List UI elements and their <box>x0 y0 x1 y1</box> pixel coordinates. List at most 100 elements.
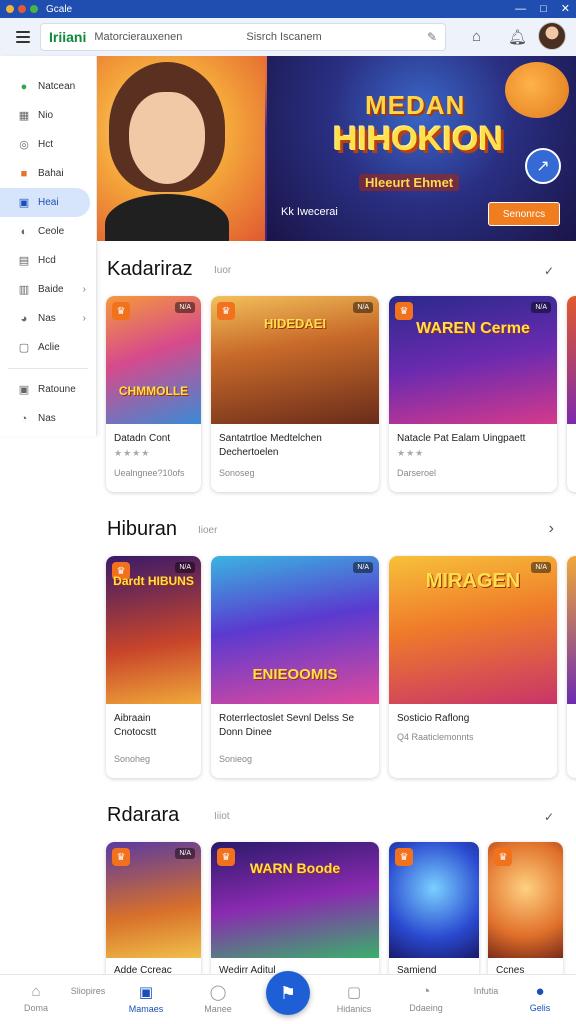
section-more-icon[interactable]: ✓ <box>544 810 554 824</box>
home-icon: ⌂ <box>31 983 41 1000</box>
close-button[interactable]: ✕ <box>561 2 570 16</box>
nav-label: Manee <box>204 1004 232 1014</box>
brand-logo[interactable]: Iriiani <box>49 29 86 45</box>
nav-item-games[interactable]: ▣ Mamaes <box>116 983 176 1014</box>
bell-icon[interactable]: 🔔︎ <box>508 28 527 46</box>
sidebar-icon: ▢ <box>18 342 30 354</box>
game-card[interactable]: ♛ N/A WAREN Cerme Natacle Pat Ealam Uing… <box>389 296 557 492</box>
app-logo-icon-secondary <box>18 5 26 13</box>
section-subtitle: Iuor <box>214 265 232 276</box>
nav-label: Infutia <box>473 986 499 996</box>
game-badge-icon: ♛ <box>112 302 130 320</box>
home-icon[interactable]: ⌂ <box>472 28 481 45</box>
search-bar[interactable]: Iriiani Matorcierauxenen Sisrch Iscanem … <box>40 23 446 51</box>
section-title: Kadariraz <box>107 258 193 280</box>
sidebar-item-9[interactable]: ▢ Aclie <box>0 333 96 362</box>
sidebar-item-1[interactable]: ▦ Nio <box>0 101 96 130</box>
game-card[interactable]: ♛ Samiend <box>389 842 479 982</box>
game-card-art-title: Dardt HIBUNS <box>113 574 194 588</box>
game-card[interactable]: ♛ N/A Adde Ccreac <box>106 842 201 982</box>
downloads-icon: ◔ <box>421 983 431 1000</box>
sidebar-item-label: Baide <box>38 284 64 295</box>
trending-icon[interactable]: ↗ <box>525 148 561 184</box>
game-card-meta: Sonieog <box>219 754 253 764</box>
rating-stars: ★★★ <box>397 448 425 458</box>
game-card-title: Aibraain Cnotocstt <box>114 713 157 738</box>
window-titlebar: Gcale — □ ✕ <box>0 0 576 18</box>
nav-item-library[interactable]: ▢ Hidanics <box>324 983 384 1014</box>
nav-item-downloads[interactable]: ◔ Ddaeing <box>396 983 456 1013</box>
game-card[interactable]: ♛ Ccnes <box>488 842 563 982</box>
sidebar-icon: ◐ <box>20 225 28 238</box>
game-card-peek[interactable] <box>567 296 576 492</box>
game-card-art-title: CHMMOLLE <box>118 384 189 398</box>
game-card-title: Natacle Pat Ealam Uingpaett <box>397 433 526 444</box>
nav-label: Sliopires <box>70 986 106 996</box>
sidebar-item-3[interactable]: ■ Bahai <box>0 159 96 188</box>
game-card-title: Sosticio Raflong <box>397 713 470 724</box>
nav-item-info[interactable]: Infutia <box>456 983 516 996</box>
rating-stars: ★★★★ <box>114 448 151 458</box>
game-card[interactable]: N/A ENIEOOMIS Roterrlectoslet Sevnl Dels… <box>211 556 379 778</box>
sidebar-item-label: Hcd <box>38 255 56 266</box>
sidebar-item-label: Hct <box>38 139 53 150</box>
nav-label: Doma <box>23 1003 48 1013</box>
sidebar-item-2[interactable]: ◎ Hct <box>0 130 96 159</box>
game-card-art <box>567 296 576 424</box>
nav-item-profile[interactable]: ● Gelis <box>510 983 570 1013</box>
avatar[interactable] <box>538 22 566 50</box>
minimize-button[interactable]: — <box>515 2 526 16</box>
nav-item-home[interactable]: ⌂ Doma <box>6 983 66 1013</box>
sidebar-item-4[interactable]: ▣ Heai <box>0 188 90 217</box>
nav-item-explore[interactable]: Sliopires <box>58 983 118 996</box>
game-card[interactable]: N/A MIRAGEN Sosticio Raflong Q4 Raaticle… <box>389 556 557 778</box>
sidebar-item-8[interactable]: ◕ Nas › <box>0 304 96 333</box>
sidebar-divider <box>8 368 88 369</box>
sidebar-icon: ◔ <box>20 412 28 425</box>
chevron-right-icon: › <box>82 284 86 295</box>
nav-item-apps[interactable]: ◯ Manee <box>188 983 248 1014</box>
sidebar-item-10[interactable]: ▣ Ratoune <box>0 375 96 404</box>
section-title: Hiburan <box>107 518 178 540</box>
maximize-button[interactable]: □ <box>540 2 547 16</box>
game-card[interactable]: ♛ WARN Boode Wedirr Aditul <box>211 842 379 982</box>
sidebar-icon: ● <box>20 80 28 93</box>
game-card-art-title: WAREN Cerme <box>416 320 530 337</box>
nav-label: Ddaeing <box>409 1003 443 1013</box>
game-badge-icon: ♛ <box>494 848 512 866</box>
game-card[interactable]: ♛ N/A CHMMOLLE Datadn Cont ★★★★ Uealngne… <box>106 296 201 492</box>
edit-icon[interactable]: ✎ <box>427 30 437 44</box>
menu-icon[interactable] <box>16 31 30 43</box>
search-hint: Sisrch Iscanem <box>246 31 322 43</box>
section-more-icon[interactable]: › <box>549 520 554 538</box>
game-card-title: Datadn Cont <box>114 433 171 444</box>
game-badge-icon: ♛ <box>112 848 130 866</box>
sidebar-item-0[interactable]: ● Natcean <box>0 72 96 101</box>
sidebar-item-11[interactable]: ◔ Nas <box>0 404 96 433</box>
game-card-tag: N/A <box>175 848 195 859</box>
game-card-peek[interactable] <box>567 556 576 778</box>
sidebar-item-label: Natcean <box>38 81 76 92</box>
app-logo-icon-tertiary <box>30 5 38 13</box>
profile-icon: ● <box>535 983 545 1000</box>
sidebar-item-6[interactable]: ▤ Hcd <box>0 246 96 275</box>
sidebar-item-5[interactable]: ◐ Ceole <box>0 217 96 246</box>
nav-label: Gelis <box>529 1003 551 1013</box>
hero-banner[interactable]: MEDAN HIHOKION Hleeurt Ehmet Kk Iwecerai… <box>97 56 576 241</box>
game-card-art-title: ENIEOOMIS <box>252 666 338 683</box>
game-card-title: Santatrtloe Medtelchen Dechertoelen <box>219 433 322 458</box>
mascot-icon <box>505 62 569 118</box>
section-more-icon[interactable]: ✓ <box>544 264 554 278</box>
game-card-art <box>389 296 557 424</box>
hero-title-line3: Hleeurt Ehmet <box>359 174 460 191</box>
game-card[interactable]: ♛ N/A Dardt HIBUNS Aibraain Cnotocstt So… <box>106 556 201 778</box>
sidebar-item-label: Nio <box>38 110 54 121</box>
hero-character-art <box>97 56 265 241</box>
hero-action-button[interactable]: Senonrcs <box>488 202 560 226</box>
sidebar-item-7[interactable]: ▥ Baide › <box>0 275 96 304</box>
flag-fab-button[interactable]: ⚑ <box>266 971 310 1015</box>
search-input[interactable]: Matorcierauxenen <box>94 31 182 43</box>
sidebar-item-label: Aclie <box>38 342 60 353</box>
nav-label: Hidanics <box>336 1004 372 1014</box>
game-card[interactable]: ♛ N/A HIDEDAEI Santatrtloe Medtelchen De… <box>211 296 379 492</box>
